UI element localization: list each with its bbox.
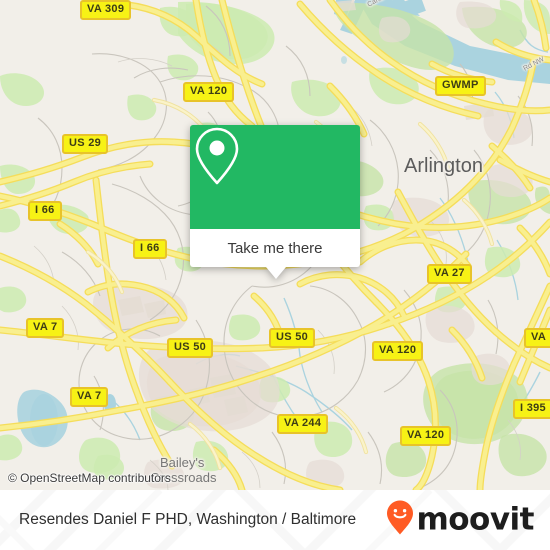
location-popup[interactable]: Take me there — [190, 125, 360, 279]
osm-attribution[interactable]: © OpenStreetMap contributors — [8, 471, 171, 485]
highway-shield: VA 7 — [26, 318, 65, 338]
highway-shield: VA 244 — [277, 414, 329, 434]
page-title: Resendes Daniel F PHD, Washington / Balt… — [19, 511, 357, 528]
place-label: Bailey's — [160, 455, 205, 470]
popup-tail — [266, 267, 286, 279]
highway-shield: VA 120 — [183, 82, 235, 102]
highway-shield: VA — [524, 328, 550, 348]
highway-shield: US 50 — [167, 338, 214, 358]
highway-shield: I 66 — [133, 239, 167, 259]
moovit-smiley-pin-icon — [385, 500, 415, 541]
highway-shield: VA 120 — [372, 341, 424, 361]
map-canvas[interactable]: .w { fill:#aad3df; } .wl { stroke:#aad3d… — [0, 0, 550, 490]
highway-shield: VA 7 — [70, 387, 109, 407]
highway-shield: VA 120 — [400, 426, 452, 446]
popup-image-area — [190, 125, 360, 229]
take-me-there-button[interactable]: Take me there — [190, 229, 360, 267]
place-label: Arlington — [404, 155, 483, 177]
footer-bar: Resendes Daniel F PHD, Washington / Balt… — [0, 490, 550, 550]
moovit-wordmark: moovit — [416, 501, 534, 538]
highway-shield: I 395 — [513, 399, 550, 419]
highway-shield: US 50 — [269, 328, 316, 348]
highway-shield: US 29 — [62, 134, 109, 154]
moovit-logo[interactable]: moovit — [385, 500, 534, 541]
highway-shield: VA 27 — [427, 264, 472, 284]
highway-shield: GWMP — [435, 76, 486, 96]
highway-shield: VA 309 — [80, 0, 132, 20]
highway-shield: I 66 — [28, 201, 62, 221]
moovit-map-screenshot: .w { fill:#aad3df; } .wl { stroke:#aad3d… — [0, 0, 550, 550]
